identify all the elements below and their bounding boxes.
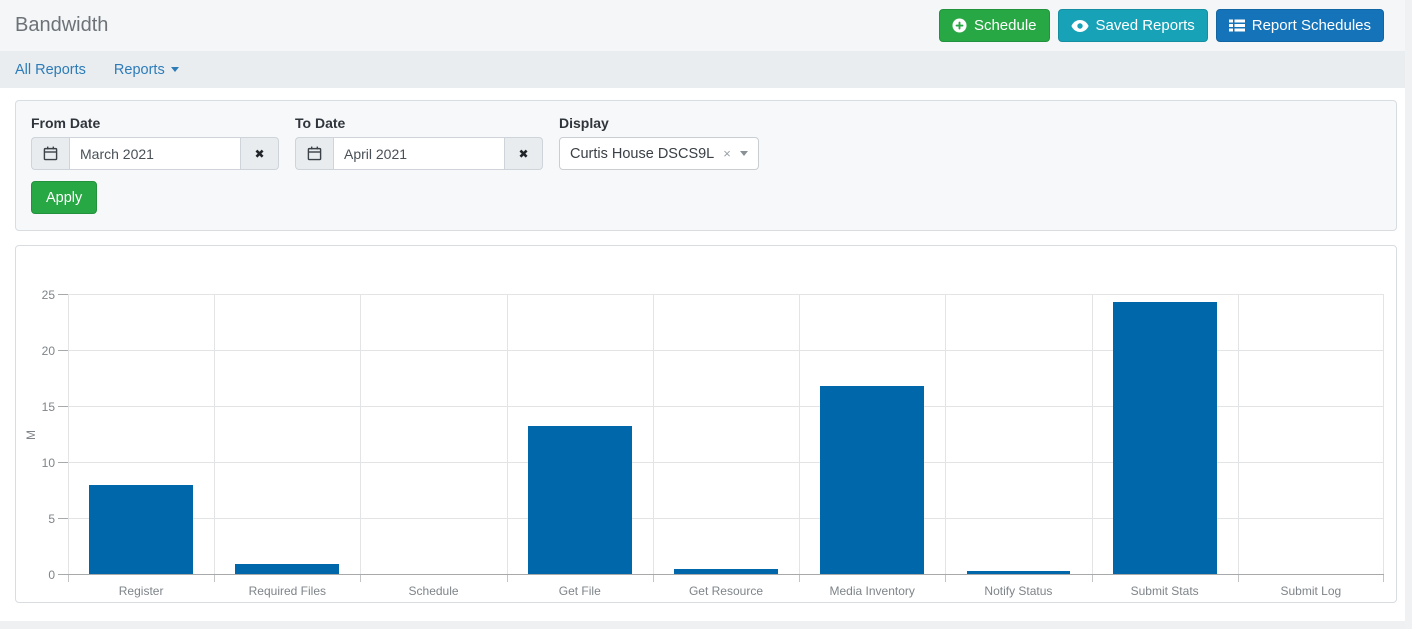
x-axis-tick [799,575,800,582]
x-axis-label: Submit Log [1238,584,1384,598]
to-date-field: To Date ✖ [295,115,543,170]
filter-row: From Date ✖ To Date [31,115,1381,170]
x-axis-tick [1238,575,1239,582]
y-axis-tick-label: 5 [48,512,55,526]
y-axis-tick-label: 0 [48,568,55,582]
x-axis-label: Notify Status [945,584,1091,598]
display-field: Display Curtis House DSCS9L × [559,115,759,170]
nav-all-reports[interactable]: All Reports [15,62,86,78]
gridline-vertical [68,295,69,575]
filter-panel: From Date ✖ To Date [15,100,1397,231]
x-axis-tick [214,575,215,582]
y-axis-title: M [24,430,38,440]
to-date-label: To Date [295,115,543,131]
eye-icon [1071,20,1089,32]
page-header: Bandwidth Schedule Saved Reports Report … [0,0,1412,51]
calendar-icon [43,146,58,161]
header-actions: Schedule Saved Reports Report Schedules [939,9,1384,42]
report-schedules-button[interactable]: Report Schedules [1216,9,1384,42]
scrollbar-track[interactable] [1405,0,1412,629]
to-date-clear-button[interactable]: ✖ [505,137,543,170]
x-axis-label: Submit Stats [1092,584,1238,598]
display-selected-value: Curtis House DSCS9L [570,146,714,162]
apply-button[interactable]: Apply [31,181,97,214]
to-date-calendar-button[interactable] [295,137,333,170]
nav-reports-dropdown[interactable]: Reports [114,62,179,78]
gridline-vertical [214,295,215,575]
y-axis-tick [58,518,68,519]
chevron-down-icon [171,67,179,72]
bandwidth-report-page: Bandwidth Schedule Saved Reports Report … [0,0,1412,621]
y-axis-tick-label: 15 [42,400,55,414]
clear-x-icon: ✖ [518,147,528,161]
x-axis-label: Required Files [214,584,360,598]
x-axis-tick [1092,575,1093,582]
report-schedules-button-label: Report Schedules [1252,17,1371,34]
from-date-label: From Date [31,115,279,131]
reports-navbar: All Reports Reports [0,51,1412,88]
x-axis-tick [945,575,946,582]
x-axis-tick [507,575,508,582]
th-list-icon [1229,19,1245,32]
reports-label: Reports [114,62,165,78]
gridline-vertical [360,295,361,575]
y-axis-tick [58,406,68,407]
x-axis-label: Get Resource [653,584,799,598]
all-reports-label: All Reports [15,62,86,78]
calendar-icon [307,146,322,161]
chart-bar[interactable] [1113,302,1217,575]
x-axis-label: Get File [507,584,653,598]
chart-plot: M 0510152025RegisterRequired FilesSchedu… [68,295,1384,575]
gridline-horizontal [68,294,1384,295]
x-axis-line [58,574,1384,575]
y-axis-tick-label: 20 [42,344,55,358]
schedule-button-label: Schedule [974,17,1037,34]
display-select[interactable]: Curtis House DSCS9L × [559,137,759,170]
gridline-vertical [1383,295,1384,575]
gridline-vertical [799,295,800,575]
page-title: Bandwidth [15,14,108,37]
y-axis-tick-label: 10 [42,456,55,470]
x-axis-labels: RegisterRequired FilesScheduleGet FileGe… [68,584,1384,598]
select-caret-icon[interactable] [740,151,748,156]
from-date-field: From Date ✖ [31,115,279,170]
display-label: Display [559,115,759,131]
x-axis-tick [68,575,69,582]
bandwidth-chart-panel: M 0 5 10 15 20 25 RegisterRequired FilesSchedu… [15,245,1397,603]
x-axis-tick [653,575,654,582]
y-axis-tick [58,462,68,463]
x-axis-label: Register [68,584,214,598]
to-date-input-group: ✖ [295,137,543,170]
gridline-vertical [653,295,654,575]
y-axis-tick [58,350,68,351]
y-axis-tick [58,294,68,295]
clear-x-icon: ✖ [254,147,264,161]
report-content: From Date ✖ To Date [0,88,1412,621]
chart-bar[interactable] [820,386,924,575]
x-axis-tick [1383,575,1384,582]
x-axis-label: Schedule [360,584,506,598]
saved-reports-button[interactable]: Saved Reports [1058,9,1208,42]
plus-circle-icon [952,18,967,33]
from-date-input-group: ✖ [31,137,279,170]
gridline-vertical [1092,295,1093,575]
gridline-vertical [1238,295,1239,575]
schedule-button[interactable]: Schedule [939,9,1050,42]
from-date-clear-button[interactable]: ✖ [241,137,279,170]
gridline-vertical [945,295,946,575]
from-date-input[interactable] [69,137,241,170]
x-axis-tick [360,575,361,582]
gridline-vertical [507,295,508,575]
to-date-input[interactable] [333,137,505,170]
chart-bar[interactable] [528,426,632,575]
y-axis-tick-label: 25 [42,288,55,302]
saved-reports-button-label: Saved Reports [1096,17,1195,34]
x-axis-label: Media Inventory [799,584,945,598]
remove-selection-icon[interactable]: × [723,147,731,160]
chart-bar[interactable] [89,485,193,575]
from-date-calendar-button[interactable] [31,137,69,170]
